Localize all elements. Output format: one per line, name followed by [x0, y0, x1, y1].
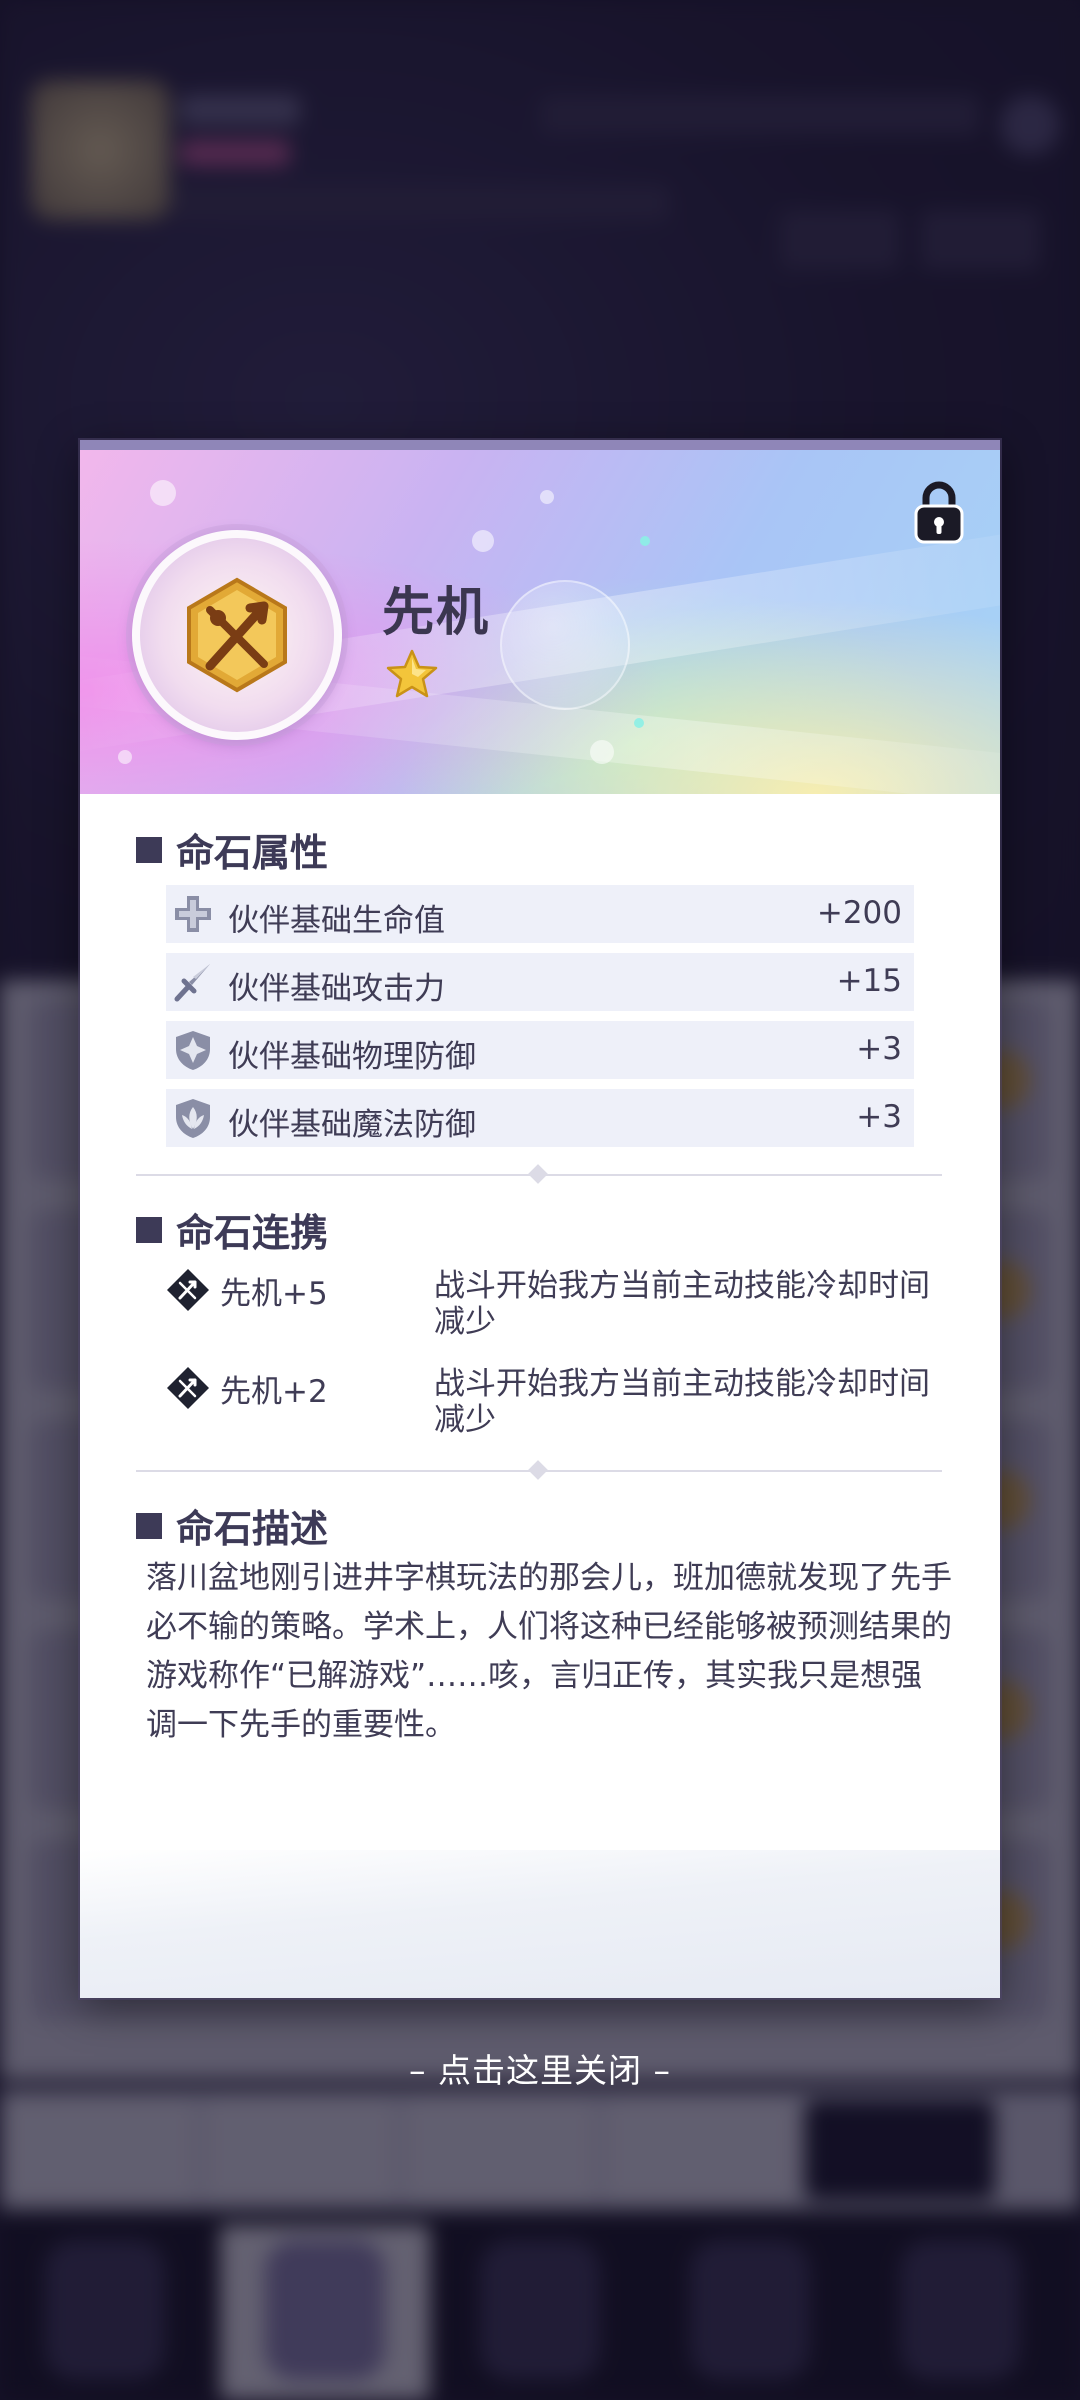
attribute-row-attack: 伙伴基础攻击力 +15 — [166, 953, 914, 1011]
stone-header: 先机 — [80, 440, 1000, 818]
star-icon — [386, 649, 438, 698]
decorative-orb — [500, 580, 630, 710]
sword-icon — [174, 964, 210, 1002]
section-divider — [136, 1164, 942, 1184]
plus-icon — [175, 896, 211, 932]
combo-stone-icon — [167, 1367, 209, 1409]
close-hint[interactable]: – 点击这里关闭 – — [0, 2044, 1080, 2092]
attributes-section-title: 命石属性 — [136, 822, 328, 877]
magic-shield-icon — [176, 1099, 210, 1138]
combos-section-title: 命石连携 — [136, 1202, 328, 1257]
attribute-row-magic-defense: 伙伴基础魔法防御 +3 — [166, 1089, 914, 1147]
stone-detail-modal: 先机 命石属性 伙伴基础生命值 +200 伙伴基础攻击力 +15 伙伴基础物理防… — [80, 440, 1000, 1998]
shield-icon — [176, 1031, 210, 1070]
description-section-title: 命石描述 — [136, 1498, 328, 1553]
stone-description: 落川盆地刚引进井字棋玩法的那会儿，班加德就发现了先手必不输的策略。学术上，人们将… — [146, 1560, 952, 1743]
attribute-row-physical-defense: 伙伴基础物理防御 +3 — [166, 1021, 914, 1079]
combo-item: 先机+2 战斗开始我方当前主动技能冷却时间减少 — [166, 1364, 946, 1444]
lock-icon[interactable] — [912, 480, 966, 546]
stone-name: 先机 — [382, 583, 491, 643]
section-divider — [136, 1460, 942, 1480]
stone-icon — [132, 530, 342, 740]
combo-stone-icon — [167, 1269, 209, 1311]
modal-footer-decoration — [80, 1850, 1000, 1998]
combo-item: 先机+5 战斗开始我方当前主动技能冷却时间减少 — [166, 1266, 946, 1346]
attribute-row-hp: 伙伴基础生命值 +200 — [166, 885, 914, 943]
